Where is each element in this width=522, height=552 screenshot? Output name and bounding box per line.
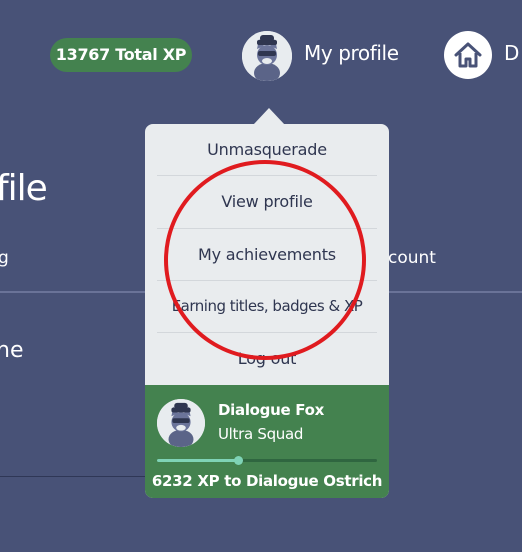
section-divider (0, 476, 150, 477)
menu-item-my-achievements[interactable]: My achievements (157, 229, 377, 280)
my-profile-link[interactable]: My profile (304, 41, 399, 65)
page-title: file (0, 168, 48, 209)
menu-item-unmasquerade[interactable]: Unmasquerade (157, 124, 377, 175)
xp-progress-marker (234, 456, 244, 465)
menu-item-earning-titles[interactable]: Earning titles, badges & XP (145, 281, 389, 332)
profile-dropdown-menu: Unmasquerade View profile My achievement… (145, 124, 389, 498)
user-squad: Ultra Squad (218, 425, 304, 443)
avatar-cat-icon (157, 399, 205, 447)
menu-item-log-out[interactable]: Log out (157, 333, 377, 384)
avatar[interactable] (242, 31, 292, 81)
total-xp-badge[interactable]: 13767 Total XP (50, 38, 192, 72)
avatar-cat-icon (242, 31, 292, 81)
home-icon (454, 42, 482, 68)
xp-progress-fill (157, 459, 239, 462)
level-progress-panel: Dialogue Fox Ultra Squad 6232 XP to Dial… (145, 385, 389, 498)
avatar (157, 399, 205, 447)
home-button[interactable] (444, 31, 492, 79)
tab-account[interactable]: count (388, 248, 436, 268)
tab-left[interactable]: g (0, 248, 9, 268)
xp-to-next-title: 6232 XP to Dialogue Ostrich (151, 472, 383, 490)
menu-item-view-profile[interactable]: View profile (157, 176, 377, 227)
xp-progress-bar (157, 456, 377, 465)
dropdown-caret (253, 108, 285, 125)
user-title: Dialogue Fox (218, 401, 324, 419)
section-heading: ne (0, 338, 24, 363)
home-link-label[interactable]: D (504, 41, 519, 65)
